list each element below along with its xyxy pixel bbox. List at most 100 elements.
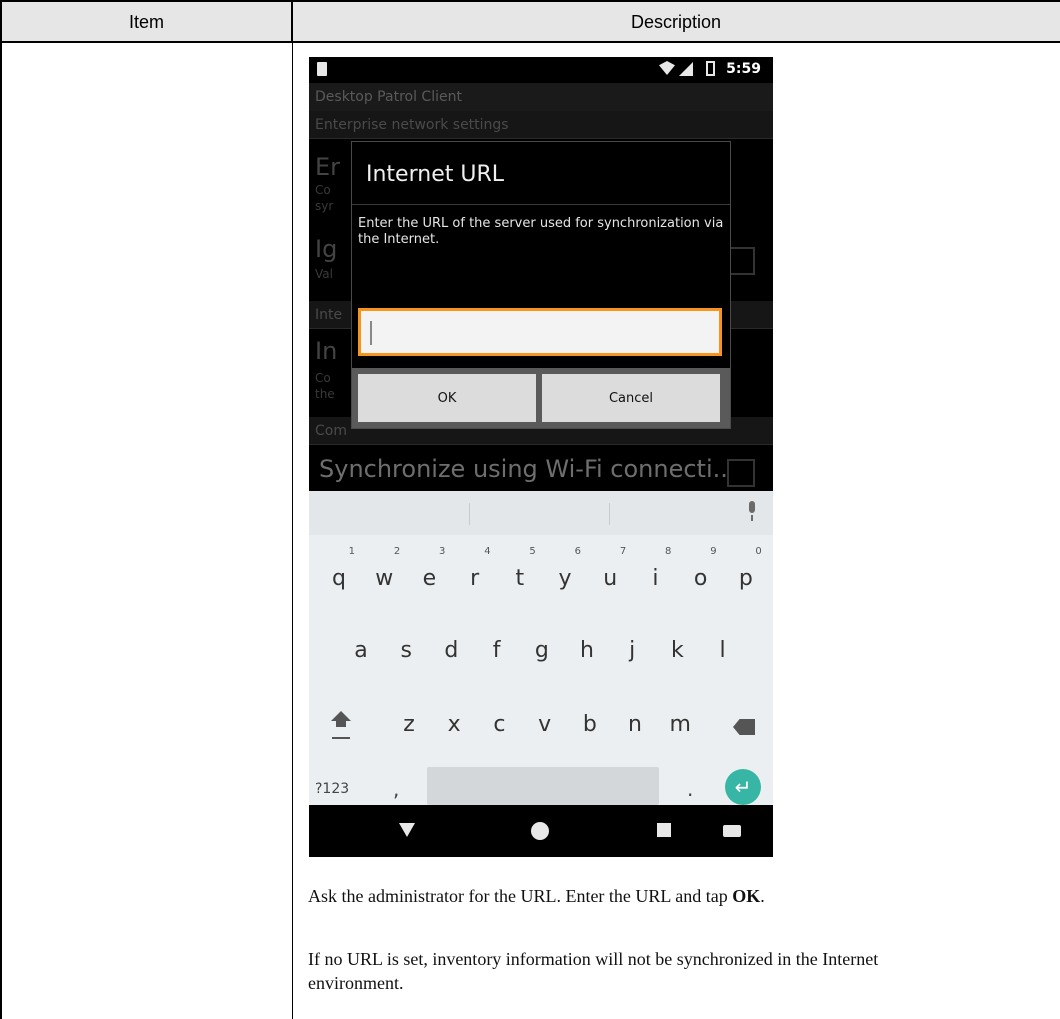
soft-keyboard: 1q2w3e4r5t6y7u8i9o0p asdfghjkl zxcvbnm ?… (309, 491, 773, 805)
sync-wifi-checkbox[interactable] (727, 459, 755, 487)
key-d[interactable]: d (429, 625, 473, 677)
header-item-label: Item (128, 12, 164, 32)
key-number-hint: 4 (484, 546, 491, 557)
key-letter: t (515, 566, 525, 591)
bg-setting-sub-3b: the (315, 387, 335, 401)
home-icon[interactable] (531, 822, 549, 840)
key-v[interactable]: v (523, 699, 567, 751)
key-letter: p (738, 566, 753, 591)
key-l[interactable]: l (701, 625, 745, 677)
key-letter: e (422, 566, 437, 591)
key-u[interactable]: 7u (588, 546, 632, 605)
key-z[interactable]: z (387, 699, 431, 751)
key-e[interactable]: 3e (407, 546, 451, 605)
instruction-1-suffix: . (760, 886, 765, 906)
key-number-hint: 2 (393, 546, 401, 557)
instruction-1-prefix: Ask the administrator for the URL. Enter… (308, 886, 733, 906)
document-table: Item Description 5:59 Desktop Patrol Cli… (0, 0, 1060, 1019)
space-key[interactable] (427, 767, 659, 805)
key-i[interactable]: 8i (633, 546, 677, 605)
key-s[interactable]: s (384, 625, 428, 677)
suggestion-divider (469, 503, 470, 525)
instruction-1-ok: OK (732, 886, 761, 906)
key-letter: o (693, 566, 708, 591)
key-number-hint: 3 (439, 546, 446, 557)
instruction-2-line-1: If no URL is set, inventory information … (308, 949, 879, 969)
bg-setting-sub-3a: Co (315, 371, 331, 385)
bg-setting-sub-1b: syr (315, 199, 334, 213)
instruction-2-line-2: environment. (308, 973, 404, 993)
comma-key[interactable]: , (393, 777, 399, 801)
key-x[interactable]: x (432, 699, 476, 751)
back-icon[interactable] (399, 823, 415, 837)
wifi-icon (659, 61, 675, 75)
key-number-hint: 7 (619, 546, 627, 557)
instruction-paragraph-1: Ask the administrator for the URL. Enter… (308, 884, 1056, 908)
key-g[interactable]: g (520, 625, 564, 677)
key-b[interactable]: b (568, 699, 612, 751)
shift-icon[interactable] (329, 711, 353, 741)
enter-icon[interactable]: ↵ (725, 769, 761, 805)
url-input[interactable] (358, 308, 722, 356)
microphone-icon[interactable] (747, 501, 757, 521)
key-letter: w (375, 566, 394, 591)
dialog-title: Internet URL (366, 162, 504, 187)
section-enterprise-header: Enterprise network settings (309, 111, 773, 139)
dialog-button-bar: OK Cancel (352, 368, 730, 428)
key-o[interactable]: 9o (679, 546, 723, 605)
key-r[interactable]: 4r (453, 546, 497, 605)
recent-apps-icon[interactable] (657, 823, 671, 837)
cancel-button[interactable]: Cancel (542, 374, 720, 422)
key-n[interactable]: n (613, 699, 657, 751)
key-c[interactable]: c (477, 699, 521, 751)
key-w[interactable]: 2w (362, 546, 406, 605)
key-number-hint: 9 (710, 546, 717, 557)
status-bar: 5:59 (309, 57, 773, 83)
suggestion-divider (609, 503, 610, 525)
key-t[interactable]: 5t (498, 546, 542, 605)
bg-setting-title-3: In (315, 337, 338, 365)
text-cursor (370, 321, 372, 345)
key-h[interactable]: h (565, 625, 609, 677)
key-k[interactable]: k (655, 625, 699, 677)
key-p[interactable]: 0p (724, 546, 768, 605)
key-f[interactable]: f (475, 625, 519, 677)
period-key[interactable]: . (687, 777, 693, 801)
key-letter: u (603, 566, 618, 591)
header-description-label: Description (630, 12, 722, 32)
key-number-hint: 6 (574, 546, 581, 557)
key-number-hint: 8 (665, 546, 672, 557)
app-title: Desktop Patrol Client (309, 83, 773, 111)
bg-checkbox-1 (727, 247, 755, 275)
signal-icon (679, 62, 693, 76)
key-j[interactable]: j (610, 625, 654, 677)
symbols-key[interactable]: ?123 (315, 781, 349, 797)
backspace-icon[interactable] (733, 719, 755, 735)
suggestion-strip (309, 491, 773, 535)
key-number-hint: 0 (755, 546, 762, 557)
instruction-paragraph-2: If no URL is set, inventory information … (308, 947, 1056, 995)
key-y[interactable]: 6y (543, 546, 587, 605)
bg-setting-title-1: Er (315, 153, 341, 181)
key-a[interactable]: a (339, 625, 383, 677)
phone-screenshot: 5:59 Desktop Patrol Client Enterprise ne… (309, 57, 773, 857)
key-number-hint: 1 (348, 546, 355, 557)
dialog-divider (352, 204, 730, 205)
ok-button[interactable]: OK (358, 374, 536, 422)
bg-setting-title-2: Ig (315, 235, 338, 263)
key-q[interactable]: 1q (317, 546, 361, 605)
key-letter: y (558, 566, 572, 591)
header-item-cell: Item (0, 0, 292, 43)
bg-setting-sub-2: Val (315, 267, 333, 281)
key-m[interactable]: m (658, 699, 702, 751)
header-description-cell: Description (292, 0, 1060, 43)
navigation-bar (309, 805, 773, 857)
key-letter: q (332, 566, 346, 591)
key-letter: r (470, 566, 480, 591)
battery-icon (706, 61, 715, 76)
keyboard-switch-icon[interactable] (723, 825, 741, 837)
status-time: 5:59 (726, 61, 761, 77)
sync-wifi-setting[interactable]: Synchronize using Wi-Fi connecti.. (319, 455, 728, 483)
sd-card-icon (317, 62, 327, 76)
key-letter: i (652, 566, 659, 591)
